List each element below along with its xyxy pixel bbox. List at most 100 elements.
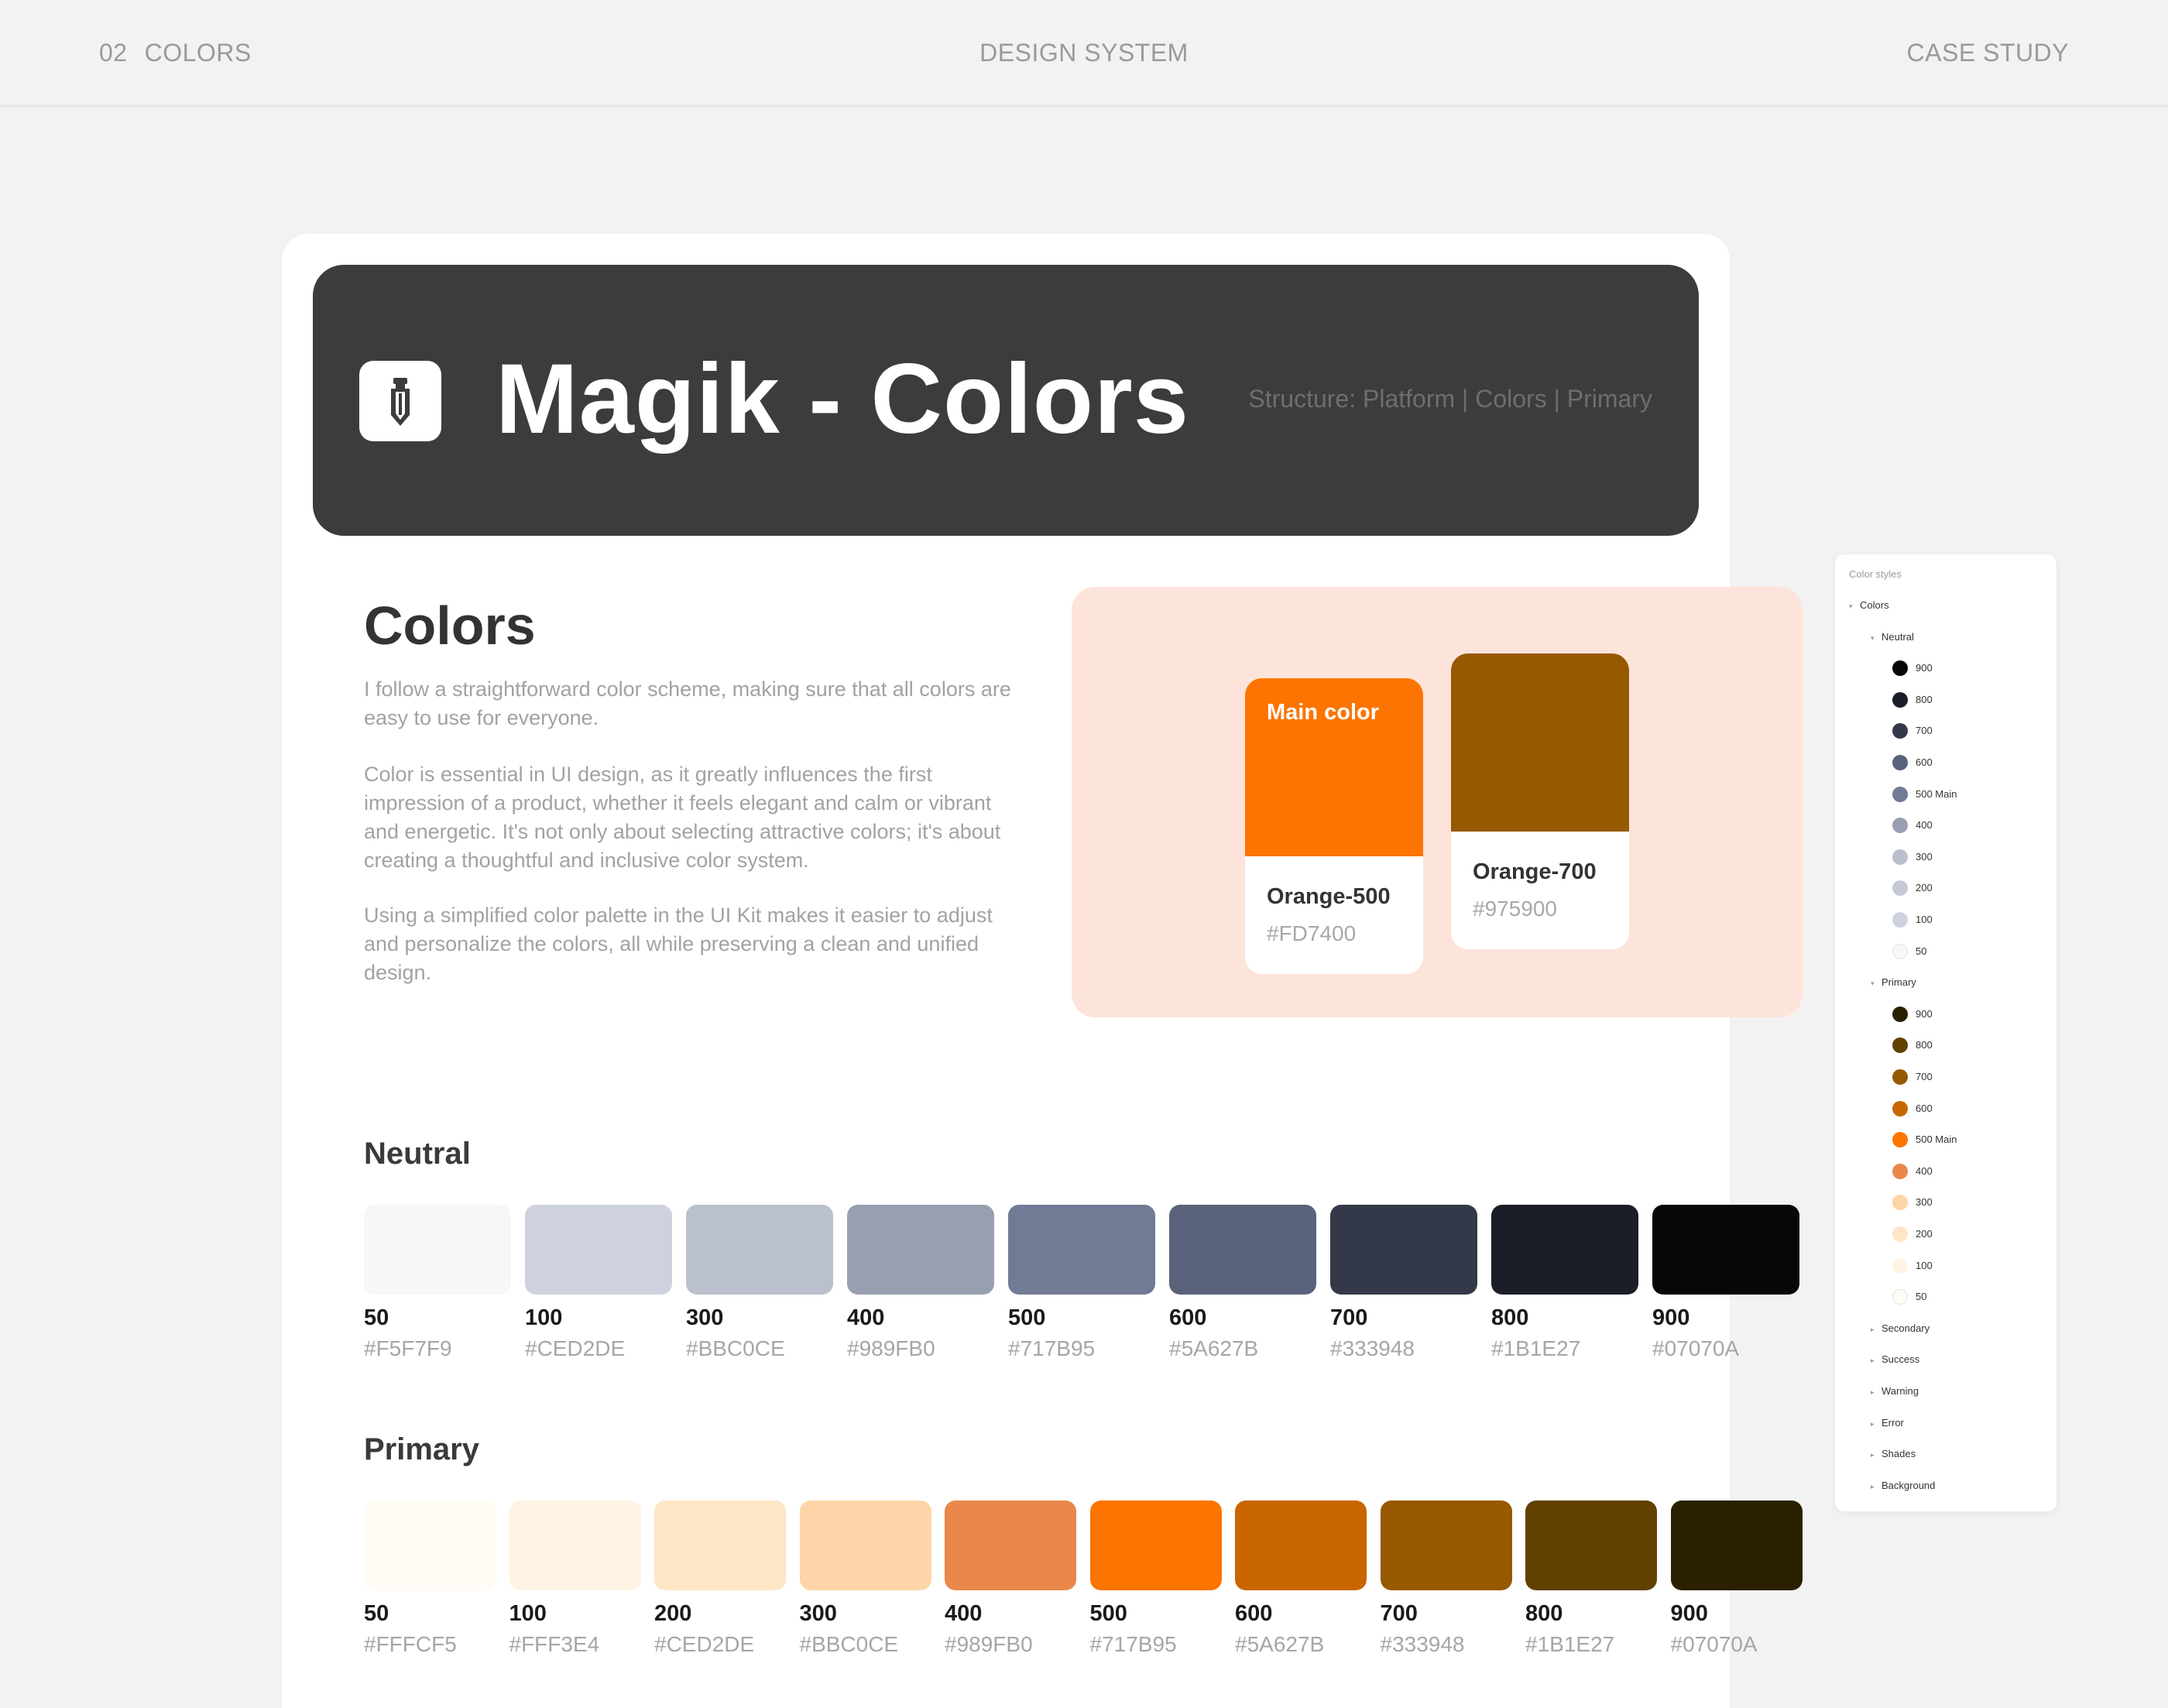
color-style-item[interactable]: 900 [1916,1007,1933,1022]
color-dot-icon [1892,1163,1908,1179]
swatch-hex: #717B95 [1089,1632,1177,1656]
color-swatch: 800 #1B1E27 [1491,1205,1638,1360]
swatch-hex: #FFF3E4 [509,1632,600,1656]
tree-label: Background [1882,1479,1936,1491]
top-bar: 02 COLORS DESIGN SYSTEM CASE STUDY [0,0,2168,107]
swatch-color-box [1089,1501,1222,1590]
color-style-item[interactable]: 400 [1916,818,1933,833]
swatch-hex: #BBC0CE [799,1632,899,1656]
color-dot-icon [1892,755,1908,770]
swatch-hex: #FFFCF5 [364,1632,457,1656]
color-style-item[interactable]: 500 Main [1916,787,1957,802]
swatch-color-box [1330,1205,1477,1295]
tree-group-collapsed[interactable]: ▸ Success [1871,1352,1919,1367]
color-style-item[interactable]: 800 [1916,692,1933,708]
color-style-item[interactable]: 700 [1916,1069,1933,1085]
caret-right-icon: ▸ [1871,1388,1875,1396]
tree-group-colors[interactable]: ▾ Colors [1849,598,1889,613]
swatch-hex: #5A627B [1235,1632,1325,1656]
swatch-label: 500 [1089,1601,1127,1626]
color-style-item[interactable]: 200 [1916,1226,1933,1242]
topbar-right-title: CASE STUDY [1906,39,2069,67]
color-style-item[interactable]: 50 [1916,1289,1926,1305]
swatch-hex: #333948 [1380,1632,1465,1656]
swatch-hex: #333948 [1330,1336,1415,1360]
color-dot-icon [1892,723,1908,739]
colors-heading: Colors [364,595,536,656]
swatch-label: 400 [945,1601,983,1626]
caret-right-icon: ▸ [1871,1325,1875,1333]
color-swatch: 500 #717B95 [1008,1205,1155,1360]
intro-paragraph: Using a simplified color palette in the … [364,904,993,984]
color-style-item[interactable]: 900 [1916,660,1933,676]
tree-group-collapsed[interactable]: ▸ Shades [1871,1446,1916,1462]
color-swatch: 300 #BBC0CE [686,1205,833,1360]
color-style-item[interactable]: 400 [1916,1164,1933,1179]
swatch-color-box [1670,1501,1803,1590]
tree-group-collapsed[interactable]: ▸ Warning [1871,1384,1919,1399]
main-color-label: Main color [1267,700,1380,725]
color-style-item[interactable]: 600 [1916,1101,1933,1116]
tree-group-neutral[interactable]: ▾ Neutral [1871,629,1914,645]
color-dot-icon [1892,1226,1908,1242]
swatch-hex: #07070A [1670,1632,1758,1656]
caret-right-icon: ▸ [1871,1451,1875,1459]
color-swatch: 500 #717B95 [1089,1501,1222,1656]
color-style-item[interactable]: 100 [1916,912,1933,928]
swatch-label: 300 [686,1305,724,1330]
color-style-item[interactable]: 600 [1916,755,1933,770]
tree-label: Colors [1860,599,1889,611]
color-style-item[interactable]: 700 [1916,723,1933,739]
caret-down-icon: ▾ [1849,602,1853,610]
swatch-color-box [945,1501,1076,1590]
swatch-color-box [1235,1501,1367,1590]
tree-label: Shades [1882,1448,1916,1460]
swatch-color-box [847,1205,994,1295]
swatch-color-box [364,1205,511,1295]
swatch-label: 300 [799,1601,837,1626]
caret-right-icon: ▸ [1871,1482,1875,1490]
intro-paragraph: I follow a straightforward color scheme,… [364,677,1011,729]
swatch-hex: #5A627B [1169,1336,1259,1360]
color-dot-icon [1892,912,1908,928]
color-style-item[interactable]: 300 [1916,1195,1933,1210]
color-chip: Main color [1245,678,1423,856]
swatch-hex: #BBC0CE [686,1336,785,1360]
caret-down-icon: ▾ [1871,633,1875,642]
color-dot-icon [1892,1289,1908,1305]
color-style-item[interactable]: 300 [1916,849,1933,865]
color-style-item[interactable]: 50 [1916,944,1926,959]
tree-group-collapsed[interactable]: ▸ Error [1871,1415,1904,1431]
color-style-item[interactable]: 200 [1916,880,1933,896]
tree-group-primary[interactable]: ▾ Primary [1871,975,1916,990]
panel-title: Color styles [1849,568,1902,580]
color-style-item[interactable]: 100 [1916,1258,1933,1274]
swatch-color-box [364,1501,496,1590]
swatch-label: 50 [364,1601,389,1626]
color-style-item[interactable]: 800 [1916,1037,1933,1053]
primary-heading: Primary [364,1432,479,1466]
swatch-hex: #717B95 [1008,1336,1096,1360]
topbar-center-title: DESIGN SYSTEM [979,39,1189,67]
color-dot-icon [1892,880,1908,897]
tree-label: Primary [1882,976,1916,989]
color-style-item[interactable]: 500 Main [1916,1132,1957,1147]
color-styles-panel: Color styles ▾ Colors ▾ Neutral 900 800 700 600… [1835,554,2057,1511]
color-swatch: 700 #333948 [1380,1501,1512,1656]
swatch-label: 500 [1008,1305,1046,1330]
color-chip [1451,653,1629,832]
tree-group-collapsed[interactable]: ▸ Secondary [1871,1321,1930,1336]
color-swatch: 400 #989FB0 [847,1205,994,1360]
color-swatch: 50 #F5F7F9 [364,1205,511,1360]
color-swatch: 600 #5A627B [1235,1501,1367,1656]
color-dot-icon [1892,1100,1908,1116]
color-swatch: 800 #1B1E27 [1525,1501,1657,1656]
swatch-color-box [686,1205,833,1295]
color-dot-icon [1892,849,1908,865]
swatch-color-box [1525,1501,1657,1590]
tree-group-collapsed[interactable]: ▸ Background [1871,1478,1935,1494]
swatch-color-box [654,1501,786,1590]
swatch-color-box [1008,1205,1155,1295]
color-swatch: 900 #07070A [1652,1205,1799,1360]
main-color-showcase: Main color Orange-500 #FD7400 Orange-700… [1072,587,1803,1017]
